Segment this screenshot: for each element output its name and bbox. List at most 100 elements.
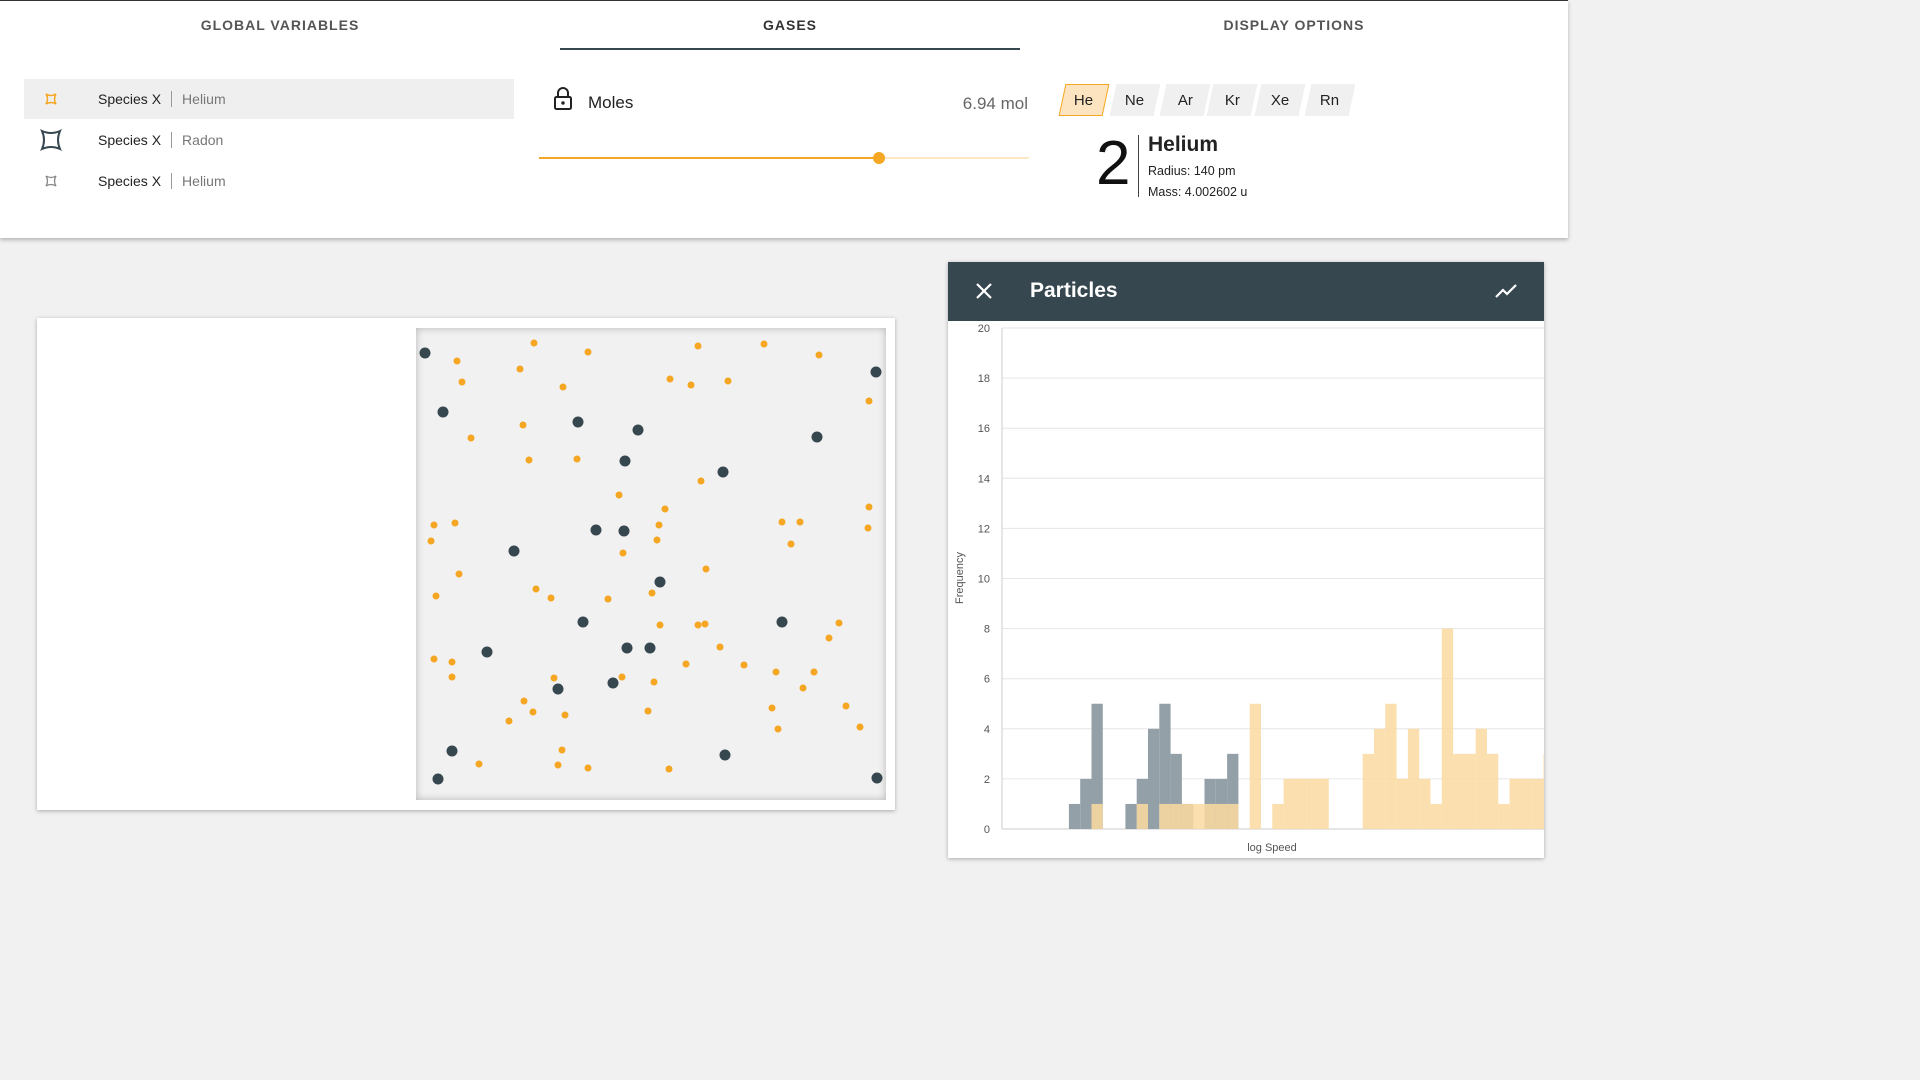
radon-particle: [654, 576, 666, 588]
element-button-he[interactable]: He: [1058, 84, 1110, 116]
y-tick-label: 6: [984, 674, 990, 686]
radon-particle: [717, 466, 729, 478]
species-row-helium[interactable]: Species X Helium: [24, 79, 514, 119]
moles-slider[interactable]: [539, 152, 1029, 164]
tab-global-variables[interactable]: GLOBAL VARIABLES: [160, 17, 400, 37]
tab-display-options[interactable]: DISPLAY OPTIONS: [1170, 17, 1418, 37]
helium-particle: [430, 655, 438, 663]
helium-particle: [650, 678, 658, 686]
helium-particle: [558, 746, 566, 754]
helium-particle: [550, 674, 558, 682]
element-button-ar[interactable]: Ar: [1159, 84, 1211, 116]
histogram-bar: [1520, 778, 1533, 829]
helium-particle: [525, 456, 533, 464]
species-name: Species X: [98, 132, 162, 148]
histogram-bar: [1272, 803, 1284, 829]
helium-particle: [519, 421, 527, 429]
helium-particle: [448, 673, 456, 681]
helium-particle: [432, 592, 440, 600]
helium-particle: [584, 348, 592, 356]
helium-particle: [532, 585, 540, 593]
helium-particle: [618, 673, 626, 681]
element-button-xe[interactable]: Xe: [1254, 84, 1306, 116]
element-name: Helium: [1148, 133, 1219, 156]
radon-particle: [446, 745, 458, 757]
helium-particle: [655, 521, 663, 529]
histogram-bar: [1181, 803, 1194, 829]
histogram-bar: [1204, 803, 1216, 829]
species-row-helium-2[interactable]: Species X Helium: [24, 161, 514, 201]
helium-particle: [740, 661, 748, 669]
element-symbol: Xe: [1270, 91, 1290, 109]
helium-particle: [772, 668, 780, 676]
histogram-bar: [1396, 778, 1408, 829]
element-button-rn[interactable]: Rn: [1304, 84, 1356, 116]
helium-particle: [516, 365, 524, 373]
helium-particle: [665, 765, 673, 773]
species-gas: Radon: [182, 132, 224, 148]
helium-particle: [799, 684, 807, 692]
histogram-bar: [1453, 753, 1465, 829]
y-tick-label: 20: [978, 323, 990, 335]
helium-particle: [701, 620, 709, 628]
helium-particle: [835, 619, 843, 627]
species-row-radon[interactable]: Species X Radon: [24, 120, 514, 160]
helium-particle: [778, 518, 786, 526]
histogram-bar: [1068, 803, 1081, 829]
helium-particle-icon: [24, 173, 78, 189]
element-symbol: Kr: [1224, 91, 1240, 109]
moles-label: Moles: [588, 93, 634, 112]
helium-particle: [724, 377, 732, 385]
helium-particle: [559, 383, 567, 391]
histogram-bar: [1509, 778, 1521, 829]
helium-particle: [864, 524, 872, 532]
slider-thumb[interactable]: [873, 152, 886, 164]
helium-particle: [656, 621, 664, 629]
y-tick-label: 10: [978, 574, 990, 586]
radon-particle: [871, 772, 883, 784]
close-icon[interactable]: [974, 281, 994, 306]
element-symbol: He: [1074, 91, 1094, 109]
trend-icon[interactable]: [1494, 282, 1518, 305]
divider: [1138, 135, 1139, 197]
y-tick-label: 18: [978, 373, 990, 385]
radon-particle: [776, 616, 788, 628]
radon-particle: [508, 545, 520, 557]
histogram-bar: [1441, 628, 1454, 829]
helium-particle: [661, 505, 669, 513]
helium-particle: [451, 519, 459, 527]
histogram-bar: [1475, 728, 1487, 829]
tab-gases[interactable]: GASES: [660, 17, 920, 37]
histogram-bar: [1317, 778, 1329, 829]
helium-particle: [694, 621, 702, 629]
histogram-chart: 0 2 4 6 8 10 12 14 16 18 20 Frequency log Speed: [954, 323, 1544, 854]
helium-particle: [604, 595, 612, 603]
species-gas: Helium: [182, 91, 226, 107]
y-tick-label: 4: [984, 724, 990, 736]
helium-particle: [455, 570, 463, 578]
helium-particle: [561, 711, 569, 719]
histogram-bar: [1091, 803, 1103, 829]
element-symbol: Ar: [1177, 91, 1193, 109]
radon-particle: [481, 646, 493, 658]
helium-particle: [810, 668, 818, 676]
element-button-ne[interactable]: Ne: [1109, 84, 1161, 116]
species-name: Species X: [98, 173, 162, 189]
lock-icon[interactable]: [553, 87, 573, 116]
helium-particle: [467, 434, 475, 442]
helium-particle: [774, 725, 782, 733]
element-button-kr[interactable]: Kr: [1206, 84, 1258, 116]
chart-header: Particles: [948, 262, 1544, 321]
radon-particle: [811, 431, 823, 443]
helium-particle: [694, 342, 702, 350]
histogram-bar: [1125, 803, 1137, 829]
histogram-bar: [1385, 703, 1397, 829]
helium-particle: [547, 594, 555, 602]
helium-particle: [427, 537, 435, 545]
helium-particle: [475, 760, 483, 768]
helium-particle: [619, 549, 627, 557]
radon-particle: [552, 683, 564, 695]
histogram-bar: [1464, 753, 1476, 829]
helium-particle: [825, 634, 833, 642]
helium-particle: [768, 704, 776, 712]
